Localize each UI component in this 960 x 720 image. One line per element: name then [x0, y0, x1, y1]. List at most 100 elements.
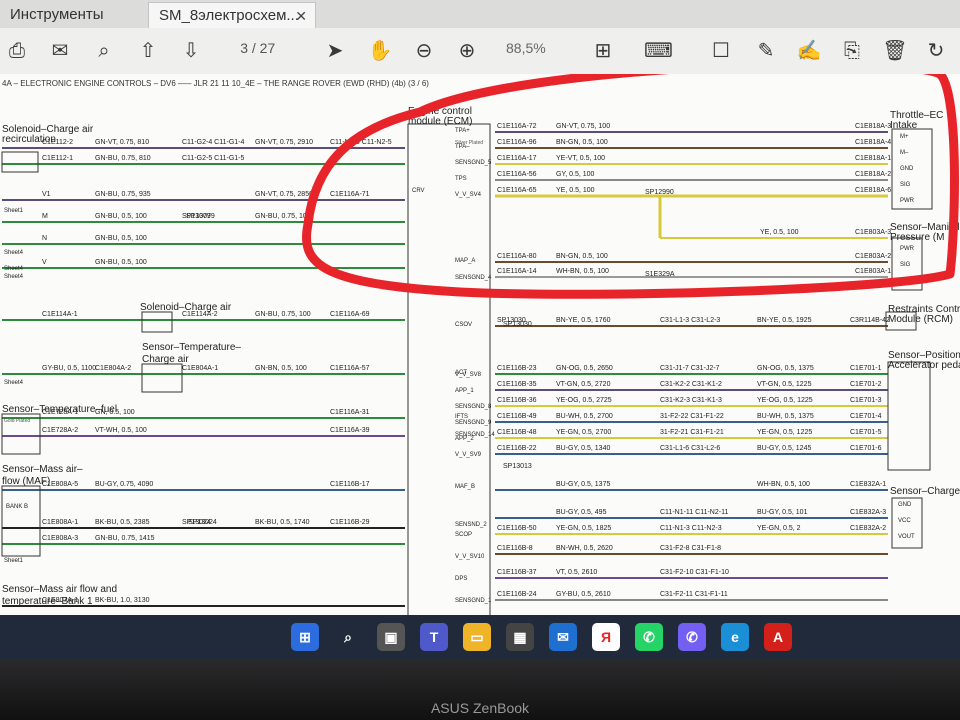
- teams-icon[interactable]: T: [420, 623, 448, 651]
- inline-connector: C31-L1-3 C31-L2-3: [660, 317, 720, 324]
- inline-connector: C11-G2-4 C11-G1-4: [182, 139, 244, 146]
- close-icon[interactable]: ✕: [295, 3, 307, 29]
- wire-spec: C1E804A-2: [95, 365, 131, 372]
- ecm-pin-label: TPS: [455, 176, 467, 182]
- explorer-icon[interactable]: ▭: [463, 623, 491, 651]
- zoom-level[interactable]: 88,5%: [506, 40, 546, 56]
- printer-icon[interactable]: ⎙: [4, 38, 30, 64]
- stamp-icon[interactable]: ⎘: [839, 38, 865, 64]
- screen: Инструменты SM_8электросхем... ✕ ⎙ ✉ ⌕ ⇧ …: [0, 0, 960, 660]
- wire-spec: GN-OG, 0.5, 1375: [757, 365, 814, 372]
- pin-label: VCC: [898, 518, 911, 524]
- ecm-pin-label: V_V_SV9: [455, 452, 482, 458]
- pin-label: SIG: [900, 262, 911, 268]
- wire-spec: YE-GN, 0.5, 1825: [556, 525, 611, 532]
- task-view-icon[interactable]: ▣: [377, 623, 405, 651]
- ecm-pin-label: MAP_A: [455, 258, 475, 264]
- ecm-pin-label: TPA+: [455, 128, 470, 134]
- wire-connector: C1E116B-48: [497, 429, 537, 436]
- arrow-up-icon[interactable]: ⇧: [135, 38, 161, 64]
- wire-connector: V: [42, 259, 47, 266]
- wire-end-connector: C1E803A-3: [855, 229, 891, 236]
- component-label: Sensor–Mass air flow and: [2, 584, 117, 595]
- wire-spec: YE-OG, 0.5, 2725: [556, 397, 612, 404]
- wire-end-connector: C1E701-1: [850, 365, 882, 372]
- comment-icon[interactable]: ☐: [708, 38, 734, 64]
- wire-end-connector: C1E818A-2: [855, 171, 891, 178]
- component-label: temperature–Bank 1: [2, 596, 93, 607]
- charge-air-temp-box: [141, 363, 183, 393]
- wire-spec: YE, 0.5, 100: [556, 187, 595, 194]
- ecm-box: [407, 123, 491, 660]
- tab-document[interactable]: SM_8электросхем... ✕: [148, 2, 316, 28]
- inline-connector: C31-K2-3 C31-K1-3: [660, 397, 722, 404]
- ecm-pin-label: SENSGND_4: [455, 275, 492, 281]
- fit-icon[interactable]: ⊞: [590, 38, 616, 64]
- wire-spec: BN-GN, 0.5, 100: [556, 139, 608, 146]
- wire-end-connector: C1E701-3: [850, 397, 882, 404]
- toolbar: ⎙ ✉ ⌕ ⇧ ⇩ 3 / 27 ➤ ✋ ⊖ ⊕ 88,5% ⊞ ⌨ ☐ ✎ ✍…: [0, 28, 960, 75]
- acrobat-icon[interactable]: A: [764, 623, 792, 651]
- windows-icon[interactable]: ⊞: [291, 623, 319, 651]
- yandex-icon[interactable]: Я: [592, 623, 620, 651]
- page-navigator[interactable]: 3 / 27: [222, 40, 275, 56]
- zoom-icon[interactable]: ⌕: [91, 38, 117, 64]
- edge-icon[interactable]: e: [721, 623, 749, 651]
- ecm-pin-label: V_V_SV8: [455, 372, 482, 378]
- wire-spec: BN-YE, 0.5, 1925: [757, 317, 812, 324]
- sign-icon[interactable]: ✍: [796, 38, 822, 64]
- component-label: flow (MAF): [2, 476, 50, 487]
- inline-connector: 31-F2-21 C31-F1-21: [660, 429, 724, 436]
- wire-connector: C1E808A-3: [42, 535, 78, 542]
- component-label: Sensor–Temperature–fuel: [2, 404, 117, 415]
- sheet-ref: Sheet1: [4, 208, 24, 214]
- doc-header: 4A – ELECTRONIC ENGINE CONTROLS – DV6 ––…: [2, 79, 429, 88]
- wire-spec: VT-GN, 0.5, 2720: [556, 381, 611, 388]
- mail-icon[interactable]: ✉: [549, 623, 577, 651]
- trash-icon[interactable]: 🗑: [882, 38, 908, 64]
- viber-icon[interactable]: ✆: [678, 623, 706, 651]
- splice-label: SP12990: [645, 189, 674, 196]
- wire-end-connector: C1E818A-3: [855, 123, 891, 130]
- wire-connector: C1E116B-24: [497, 591, 537, 598]
- pin-label: PWR: [900, 198, 915, 204]
- wire-connector: C1E116A-80: [497, 253, 537, 260]
- wire-connector: C1E116B-36: [497, 397, 537, 404]
- rotate-icon[interactable]: ↻: [923, 38, 949, 64]
- wire-end-connector: C1E116A-39: [330, 427, 370, 434]
- mail-icon[interactable]: ✉: [47, 38, 73, 64]
- wire-spec: GN-BU, 0.75, 935: [95, 191, 151, 198]
- ecm-pin-label: CSOV: [455, 322, 472, 328]
- wire-spec: GY-BU, 0.5, 2610: [556, 591, 611, 598]
- hand-icon[interactable]: ✋: [367, 38, 393, 64]
- wire-end-connector: C3R114B-42: [850, 317, 890, 324]
- tab-tools[interactable]: Инструменты: [0, 2, 140, 28]
- wire-spec: VT, 0.5, 2610: [556, 569, 597, 576]
- arrow-down-icon[interactable]: ⇩: [178, 38, 204, 64]
- inline-connector: C11-G2-5 C11-G1-5: [182, 155, 244, 162]
- zoom-in-icon[interactable]: ⊕: [454, 38, 480, 64]
- zoom-out-icon[interactable]: ⊖: [411, 38, 437, 64]
- page-current[interactable]: 3: [222, 40, 248, 56]
- wire-spec: BU-WH, 0.5, 2700: [556, 413, 613, 420]
- tab-label: Инструменты: [10, 6, 104, 23]
- search-icon[interactable]: ⌕: [334, 623, 362, 651]
- wire-end-connector: C1E116A-71: [330, 191, 370, 198]
- wire-end-connector: C1E832A-2: [850, 525, 886, 532]
- wire-spec: YE-GN, 0.5, 2700: [556, 429, 611, 436]
- whatsapp-icon[interactable]: ✆: [635, 623, 663, 651]
- page-total: / 27: [251, 40, 276, 56]
- labels-layer: C1E116A-72 GN-VT, 0.75, 100 C1E818A-3 C1E11…: [2, 110, 960, 607]
- wire-spec: BU-GY, 0.5, 1340: [556, 445, 610, 452]
- wire-end-connector: C1E116A-57: [330, 365, 370, 372]
- plating-note: Silver Plated: [455, 140, 483, 146]
- wire-spec: GN-BN, 0.5, 100: [255, 365, 307, 372]
- component-label: recirculation: [2, 134, 56, 145]
- wire-connector: C1E116B-35: [497, 381, 537, 388]
- pen-icon[interactable]: ✎: [753, 38, 779, 64]
- store-icon[interactable]: ▦: [506, 623, 534, 651]
- cursor-icon[interactable]: ➤: [322, 38, 348, 64]
- pin-label: GND: [900, 166, 914, 172]
- keyboard-icon[interactable]: ⌨: [644, 38, 673, 64]
- ecm-pin-label: SENSGND_5: [455, 160, 492, 166]
